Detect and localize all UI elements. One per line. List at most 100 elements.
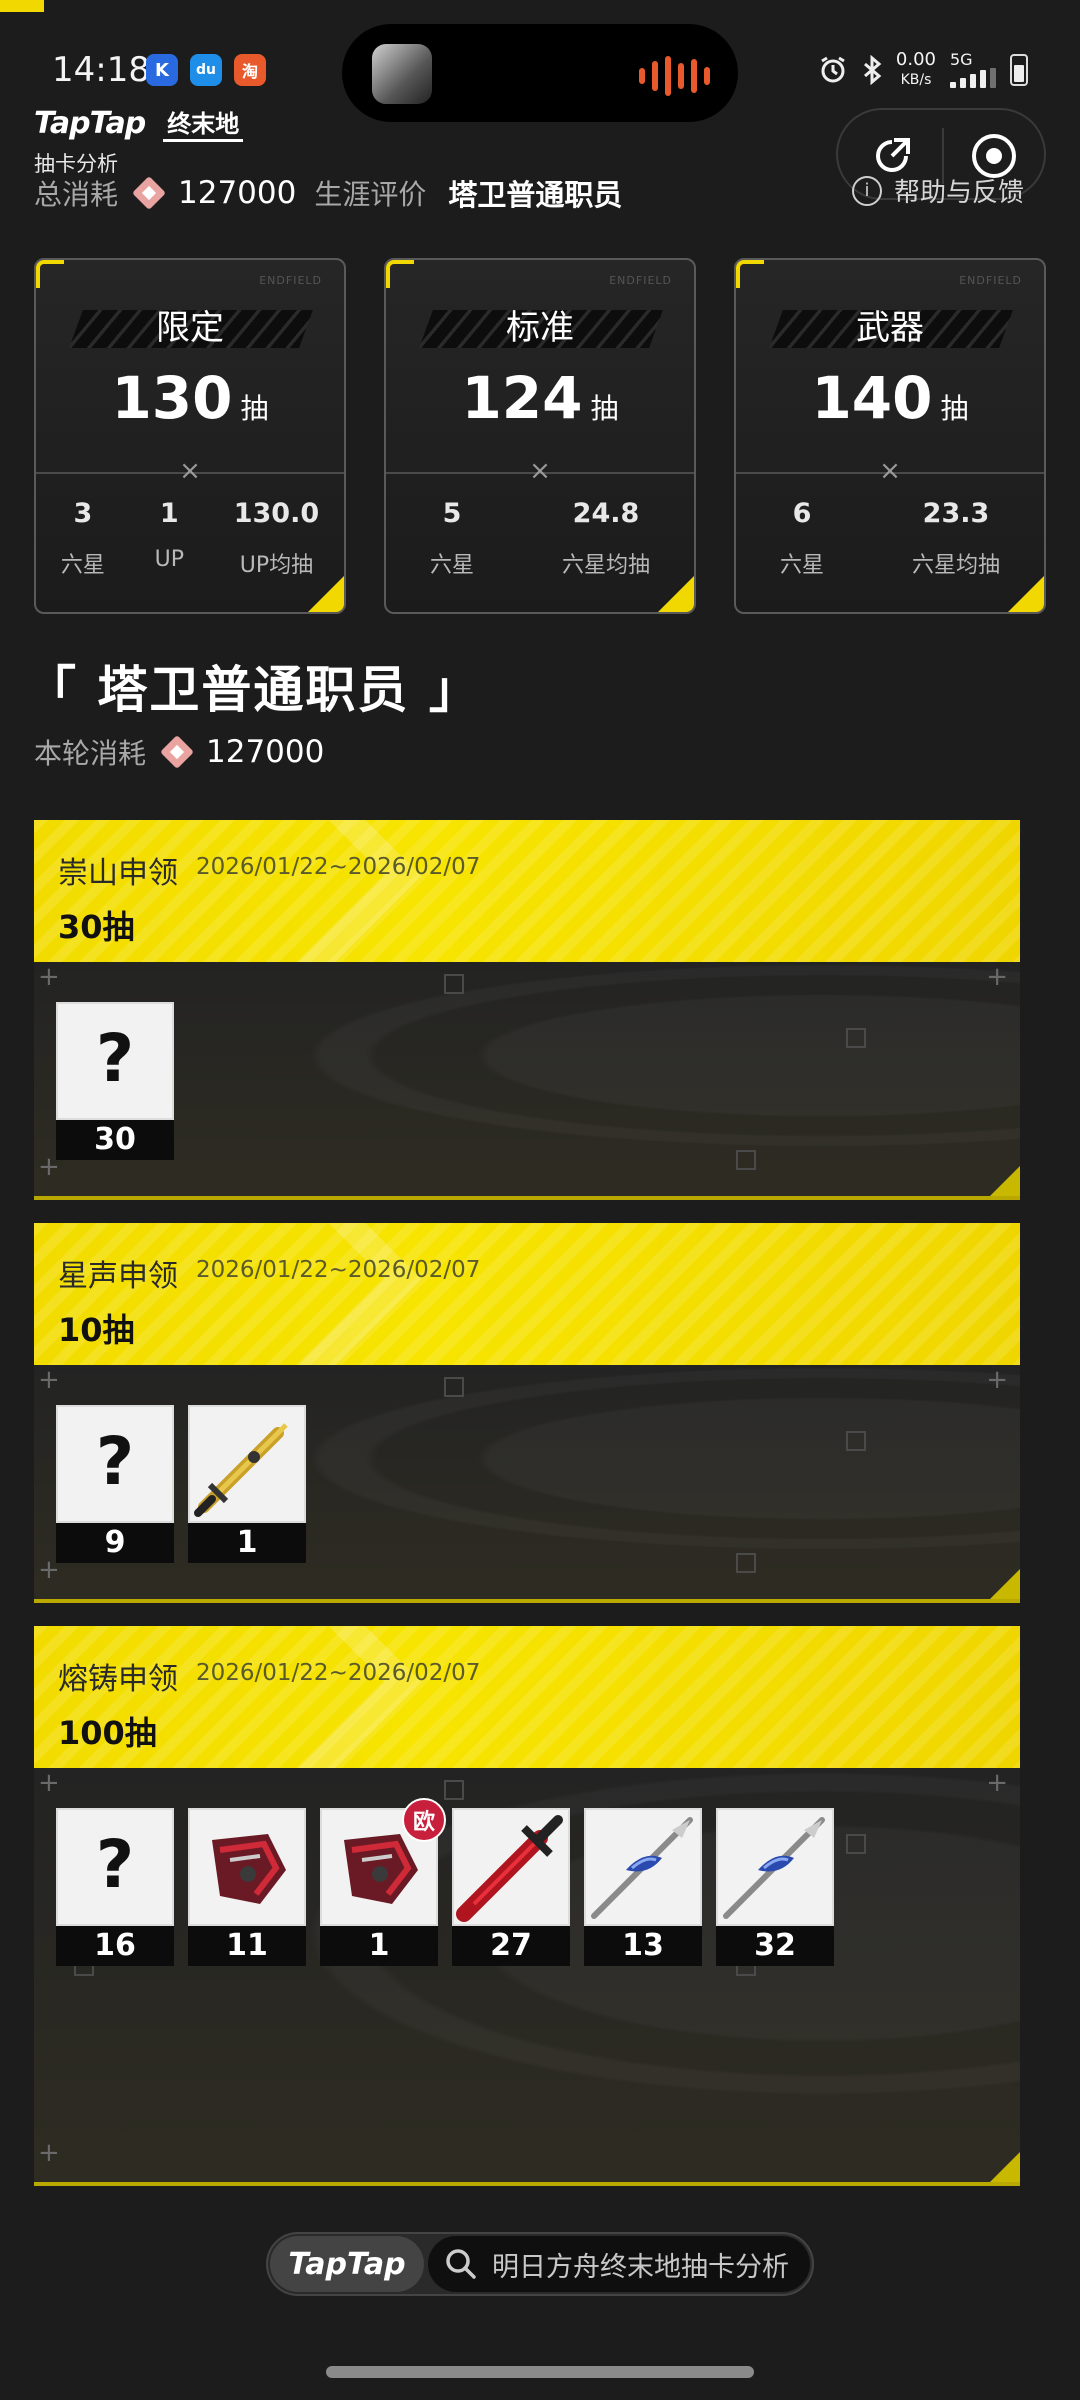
card-stats: 6 六星 23.3 六星均抽 (736, 498, 1044, 579)
card-stats: 5 六星 24.8 六星均抽 (386, 498, 694, 579)
gem-icon (160, 735, 194, 769)
item-list: ? 16 11 1 欧 27 13 32 (56, 1798, 834, 1968)
rating-value: 塔卫普通职员 (448, 178, 623, 212)
total-stats: 总消耗 127000 生涯评价 塔卫普通职员 (34, 172, 622, 214)
card-corner (386, 260, 414, 288)
total-cost-label: 总消耗 (34, 178, 119, 211)
home-indicator[interactable] (326, 2366, 754, 2378)
grid-square (444, 1780, 464, 1800)
card-x-mark: × (179, 456, 201, 486)
taptap-button[interactable]: TapTap (270, 2236, 424, 2292)
item-unknown[interactable]: ? 9 (56, 1405, 174, 1565)
card-corner-cut (658, 576, 694, 612)
battery-icon (1010, 54, 1028, 86)
stat-cell: 5 六星 (430, 498, 474, 579)
stat-cell: 3 六星 (61, 498, 105, 579)
item-weapon[interactable]: 13 (584, 1808, 702, 1968)
stat-label: 六星 (779, 553, 824, 578)
bottom-search-bar[interactable]: TapTap 明日方舟终末地抽卡分析 (266, 2232, 814, 2296)
stat-value: 1 (159, 498, 179, 529)
banner-header: 熔铸申领 2026/01/22~2026/02/07 100抽 (34, 1626, 1020, 1768)
pull-unit: 抽 (240, 392, 269, 425)
signal-group: 5G (950, 52, 996, 88)
signal-icon (950, 68, 996, 88)
stat-value: 130.0 (233, 498, 320, 529)
plus-mark: + (986, 1365, 1008, 1395)
status-right: 0.00 KB/s 5G (818, 50, 1028, 90)
banner-pull-count: 100抽 (58, 1714, 157, 1752)
item-image (188, 1808, 306, 1926)
grid-square (846, 1834, 866, 1854)
audio-wave-icon (639, 56, 710, 96)
status-app-icons: K du 淘 (146, 54, 266, 86)
card-pulls: 124 抽 (386, 364, 694, 432)
item-count: 1 (188, 1523, 306, 1563)
item-image: ? (56, 1405, 174, 1523)
item-count: 11 (188, 1926, 306, 1966)
card-brand: ENDFIELD (959, 274, 1022, 287)
stat-value: 24.8 (572, 498, 640, 529)
item-count: 1 (320, 1926, 438, 1966)
grid-square (444, 1377, 464, 1397)
banner-dates: 2026/01/22~2026/02/07 (196, 854, 481, 880)
card-weapon[interactable]: ENDFIELD 武器 140 抽 × 6 六星 23.3 六星均抽 (734, 258, 1046, 614)
stat-value: 6 (792, 498, 812, 529)
pull-unit: 抽 (940, 392, 969, 425)
card-brand: ENDFIELD (259, 274, 322, 287)
banner-xingsheng[interactable]: 星声申领 2026/01/22~2026/02/07 10抽 + + + ? 9 (34, 1223, 1020, 1603)
status-bar: 14:18 K du 淘 0.00 KB/s 5G (0, 24, 1080, 122)
card-limited[interactable]: ENDFIELD 限定 130 抽 × 3 六星 1 UP 130.0 UP均抽 (34, 258, 346, 614)
plus-mark: + (986, 962, 1008, 992)
help-feedback-link[interactable]: i 帮助与反馈 (852, 172, 1024, 209)
card-title: 武器 (856, 308, 924, 348)
card-standard[interactable]: ENDFIELD 标准 124 抽 × 5 六星 24.8 六星均抽 (384, 258, 696, 614)
banner-corner-cut (990, 2152, 1020, 2182)
grid-square (736, 1553, 756, 1573)
banner-pull-count: 10抽 (58, 1311, 135, 1349)
banner-dates: 2026/01/22~2026/02/07 (196, 1660, 481, 1686)
card-corner-cut (1008, 576, 1044, 612)
pull-count: 140 (811, 364, 933, 432)
item-image (716, 1808, 834, 1926)
card-corner-cut (308, 576, 344, 612)
k-app-icon: K (146, 54, 178, 86)
gem-icon (132, 176, 166, 210)
total-cost-value: 127000 (178, 175, 297, 211)
item-weapon[interactable]: 1 (188, 1405, 306, 1565)
banner-name: 星声申领 (58, 1259, 178, 1294)
item-image (452, 1808, 570, 1926)
grid-square (846, 1028, 866, 1048)
card-corner (736, 260, 764, 288)
taptap-logo: TapTap (34, 105, 146, 141)
item-weapon[interactable]: 11 (188, 1808, 306, 1968)
media-avatar (372, 44, 432, 104)
stat-cell: 1 UP (155, 498, 184, 579)
banner-body: + + + ? 16 11 1 欧 27 13 32 (34, 1768, 1020, 2186)
shop-app-icon: 淘 (234, 54, 266, 86)
gold-sword-icon (194, 1423, 288, 1517)
top-edge (0, 0, 1080, 20)
item-weapon[interactable]: 27 (452, 1808, 570, 1968)
banner-name: 崇山申领 (58, 856, 178, 891)
card-pulls: 140 抽 (736, 364, 1044, 432)
banner-rongzhu[interactable]: 熔铸申领 2026/01/22~2026/02/07 100抽 + + + ? … (34, 1626, 1020, 2186)
item-unknown[interactable]: ? 16 (56, 1808, 174, 1968)
item-unknown[interactable]: ? 30 (56, 1002, 174, 1162)
item-weapon[interactable]: 1 欧 (320, 1798, 446, 1968)
search-field[interactable]: 明日方舟终末地抽卡分析 (428, 2236, 810, 2292)
blue-spear-icon (723, 1817, 825, 1919)
item-weapon[interactable]: 32 (716, 1808, 834, 1968)
banner-corner-cut (990, 1569, 1020, 1599)
round-cost-label: 本轮消耗 (34, 737, 147, 770)
card-corner (36, 260, 64, 288)
banner-dates: 2026/01/22~2026/02/07 (196, 1257, 481, 1283)
round-cost: 本轮消耗 127000 (34, 732, 324, 772)
stat-cell: 6 六星 (780, 498, 824, 579)
top-accent-stripe (0, 0, 44, 12)
item-list: ? 9 1 (56, 1405, 306, 1565)
banner-header: 星声申领 2026/01/22~2026/02/07 10抽 (34, 1223, 1020, 1365)
round-cost-value: 127000 (206, 734, 325, 770)
item-image: ? (56, 1002, 174, 1120)
banner-chongshan[interactable]: 崇山申领 2026/01/22~2026/02/07 30抽 + + + ? 3… (34, 820, 1020, 1200)
net-speed-value: 0.00 (895, 49, 936, 70)
